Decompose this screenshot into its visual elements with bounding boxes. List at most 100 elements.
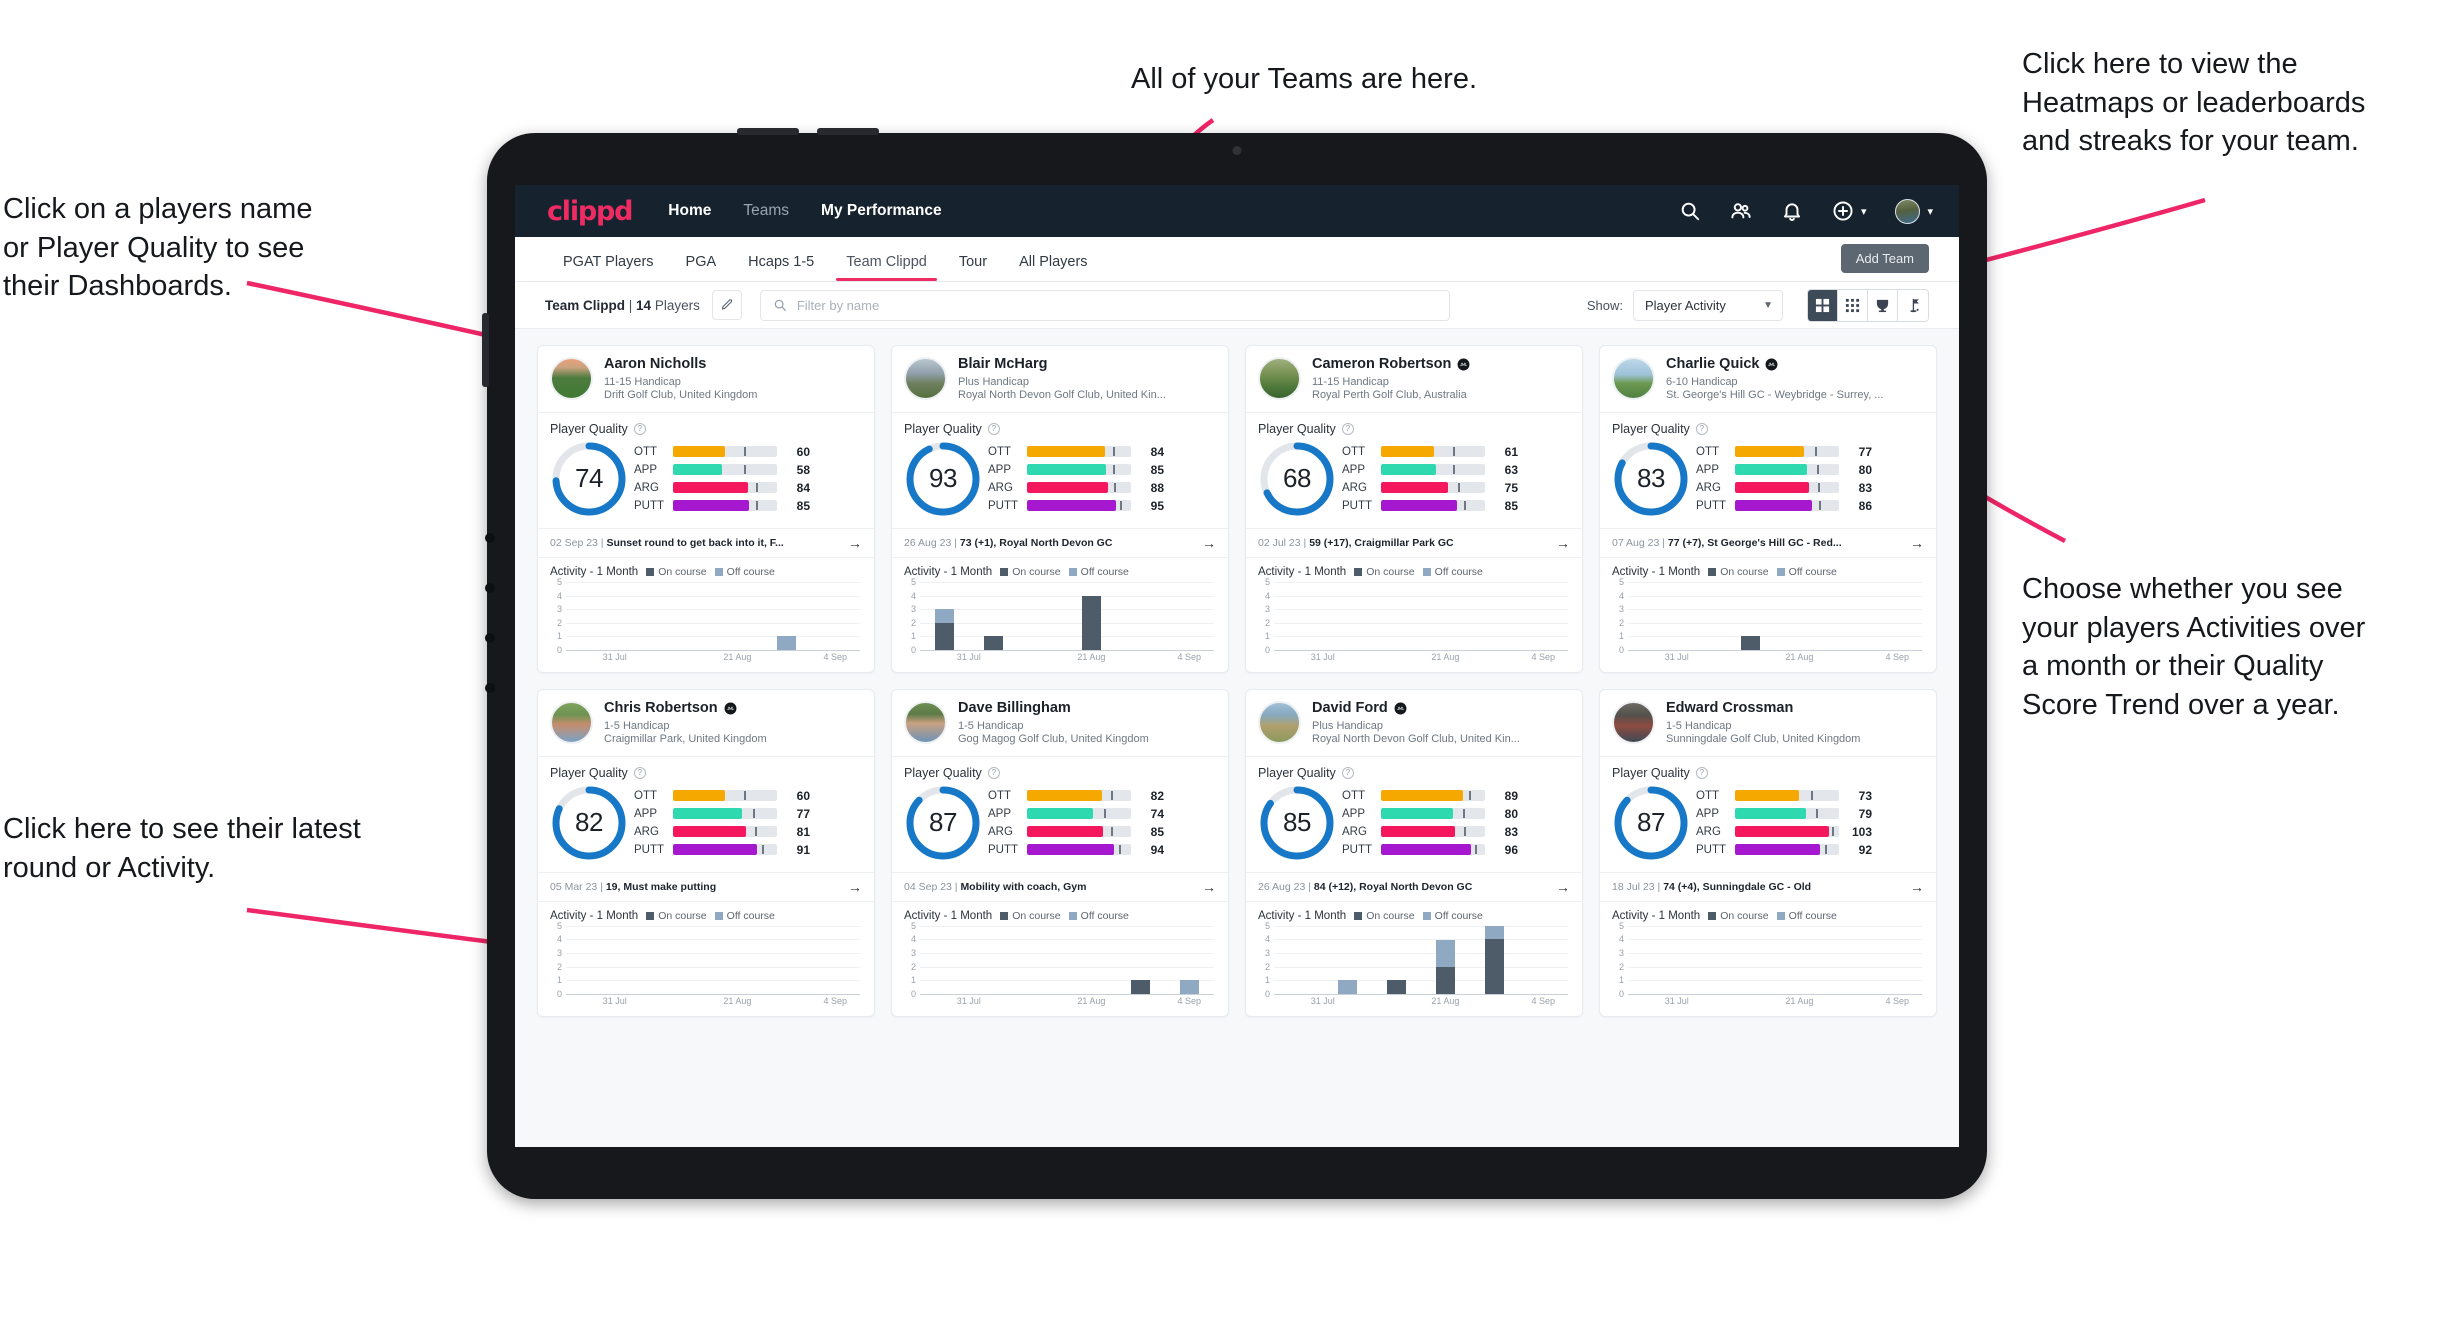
edit-team-button[interactable] <box>711 290 742 320</box>
bar-stack[interactable] <box>1888 926 1907 994</box>
bar-stack[interactable] <box>1033 926 1052 994</box>
nav-link-teams[interactable]: Teams <box>743 202 789 220</box>
tab-team-clippd[interactable]: Team Clippd <box>830 254 943 281</box>
player-avatar[interactable] <box>1612 357 1655 400</box>
player-quality-ring[interactable]: 87 <box>904 784 982 862</box>
help-icon[interactable]: ? <box>1341 766 1354 779</box>
profile-menu[interactable]: ▾ <box>1895 198 1933 224</box>
bar-stack[interactable] <box>984 926 1003 994</box>
bar-stack[interactable] <box>1790 582 1809 650</box>
bar-stack[interactable] <box>1082 926 1101 994</box>
latest-round-row[interactable]: 26 Aug 23 | 73 (+1), Royal North Devon G… <box>892 527 1228 558</box>
bar-stack[interactable] <box>1180 582 1199 650</box>
bar-stack[interactable] <box>1485 582 1504 650</box>
help-icon[interactable]: ? <box>633 766 646 779</box>
latest-round-row[interactable]: 02 Jul 23 | 59 (+17), Craigmillar Park G… <box>1246 527 1582 558</box>
player-name[interactable]: Charlie Quick <box>1666 356 1759 373</box>
help-icon[interactable]: ? <box>1695 422 1708 435</box>
bar-stack[interactable] <box>1180 926 1199 994</box>
tab-pga[interactable]: PGA <box>670 254 733 281</box>
bar-stack[interactable] <box>1839 582 1858 650</box>
grid-view-button[interactable] <box>1808 289 1838 321</box>
player-card[interactable]: Edward Crossman 1-5 Handicap Sunningdale… <box>1599 688 1937 1017</box>
player-avatar[interactable] <box>904 700 947 744</box>
bar-stack[interactable] <box>679 926 698 994</box>
player-card[interactable]: Cameron Robertson 11-15 Handicap Royal P… <box>1245 345 1583 673</box>
player-name[interactable]: Chris Robertson <box>604 700 718 717</box>
tab-pgat-players[interactable]: PGAT Players <box>547 254 670 281</box>
bar-stack[interactable] <box>581 582 600 650</box>
bar-stack[interactable] <box>935 926 954 994</box>
player-quality-ring[interactable]: 85 <box>1258 784 1336 862</box>
arrow-right-icon[interactable]: → <box>1192 880 1216 894</box>
latest-round-row[interactable]: 26 Aug 23 | 84 (+12), Royal North Devon … <box>1246 871 1582 902</box>
player-name[interactable]: Cameron Robertson <box>1312 356 1451 373</box>
bar-stack[interactable] <box>630 926 649 994</box>
latest-round-row[interactable]: 07 Aug 23 | 77 (+7), St George's Hill GC… <box>1600 527 1936 558</box>
dots-grid-view-button[interactable] <box>1838 289 1868 321</box>
help-icon[interactable]: ? <box>987 422 1000 435</box>
player-avatar[interactable] <box>1258 700 1301 744</box>
player-quality-ring[interactable]: 74 <box>550 440 628 518</box>
latest-round-row[interactable]: 05 Mar 23 | 19, Must make putting → <box>538 871 874 902</box>
arrow-right-icon[interactable]: → <box>1900 536 1924 550</box>
player-quality-ring[interactable]: 83 <box>1612 440 1690 518</box>
bar-stack[interactable] <box>630 582 649 650</box>
bar-stack[interactable] <box>1485 925 1504 994</box>
help-icon[interactable]: ? <box>633 422 646 435</box>
latest-round-row[interactable]: 02 Sep 23 | Sunset round to get back int… <box>538 527 874 558</box>
bar-stack[interactable] <box>826 582 845 650</box>
flag-view-button[interactable] <box>1898 289 1928 321</box>
bell-icon[interactable] <box>1781 200 1803 222</box>
player-avatar[interactable] <box>1612 700 1655 744</box>
arrow-right-icon[interactable]: → <box>1192 536 1216 550</box>
player-quality-ring[interactable]: 93 <box>904 440 982 518</box>
plus-circle-icon[interactable] <box>1832 200 1854 222</box>
bar-stack[interactable] <box>581 926 600 994</box>
arrow-right-icon[interactable]: → <box>838 536 862 550</box>
bar-stack[interactable] <box>1888 582 1907 650</box>
nav-link-home[interactable]: Home <box>668 202 711 220</box>
player-quality-ring[interactable]: 68 <box>1258 440 1336 518</box>
bar-stack[interactable] <box>1643 582 1662 650</box>
search-field-wrapper[interactable] <box>759 289 1450 321</box>
latest-round-row[interactable]: 18 Jul 23 | 74 (+4), Sunningdale GC - Ol… <box>1600 871 1936 902</box>
bar-stack[interactable] <box>1387 926 1406 994</box>
player-card[interactable]: Blair McHarg Plus Handicap Royal North D… <box>891 345 1229 673</box>
player-card[interactable]: Charlie Quick 6-10 Handicap St. George's… <box>1599 345 1937 673</box>
bar-stack[interactable] <box>1387 582 1406 650</box>
bar-stack[interactable] <box>777 582 796 650</box>
player-avatar[interactable] <box>904 357 947 400</box>
bar-stack[interactable] <box>1741 582 1760 650</box>
search-icon[interactable] <box>1679 200 1701 222</box>
bar-stack[interactable] <box>1289 582 1308 650</box>
arrow-right-icon[interactable]: → <box>1900 880 1924 894</box>
add-team-button[interactable]: Add Team <box>1840 244 1929 273</box>
bar-stack[interactable] <box>679 582 698 650</box>
bar-stack[interactable] <box>1741 926 1760 994</box>
bar-stack[interactable] <box>1839 926 1858 994</box>
player-name[interactable]: Dave Billingham <box>958 700 1071 717</box>
tab-hcaps-1-5[interactable]: Hcaps 1-5 <box>732 254 830 281</box>
tab-tour[interactable]: Tour <box>943 254 1003 281</box>
bar-stack[interactable] <box>777 926 796 994</box>
player-avatar[interactable] <box>550 700 593 744</box>
bar-stack[interactable] <box>1131 926 1150 994</box>
bar-stack[interactable] <box>1338 926 1357 994</box>
bar-stack[interactable] <box>1534 926 1553 994</box>
bar-stack[interactable] <box>1131 582 1150 650</box>
bar-stack[interactable] <box>1082 582 1101 650</box>
bar-stack[interactable] <box>1790 926 1809 994</box>
arrow-right-icon[interactable]: → <box>838 880 862 894</box>
bar-stack[interactable] <box>728 582 747 650</box>
player-name[interactable]: Edward Crossman <box>1666 700 1793 717</box>
player-card[interactable]: Aaron Nicholls 11-15 Handicap Drift Golf… <box>537 345 875 673</box>
search-input[interactable] <box>796 297 1437 313</box>
help-icon[interactable]: ? <box>987 766 1000 779</box>
bar-stack[interactable] <box>728 926 747 994</box>
bar-stack[interactable] <box>1033 582 1052 650</box>
show-select[interactable]: Player Activity ▼ <box>1633 289 1783 321</box>
bar-stack[interactable] <box>1436 926 1455 994</box>
clippd-logo[interactable]: clippd <box>547 196 634 227</box>
bar-stack[interactable] <box>1534 582 1553 650</box>
